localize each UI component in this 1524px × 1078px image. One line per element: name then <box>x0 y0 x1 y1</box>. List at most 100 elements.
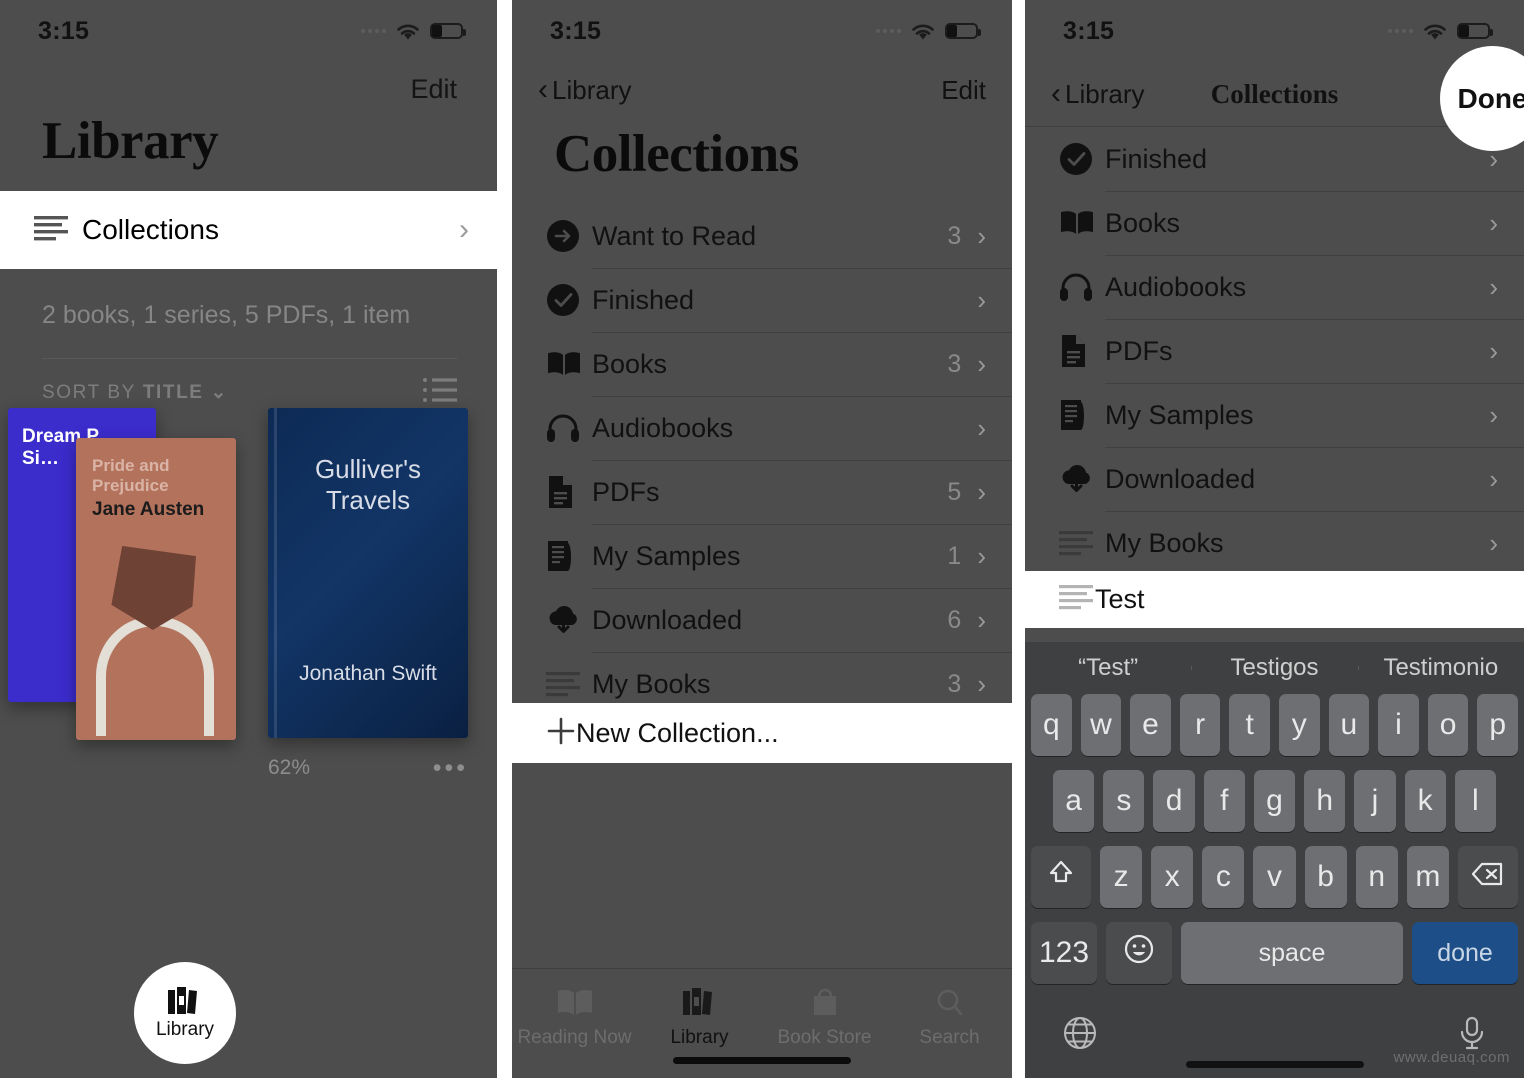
key-f[interactable]: f <box>1203 770 1245 832</box>
status-time: 3:15 <box>38 16 90 45</box>
key-j[interactable]: j <box>1354 770 1396 832</box>
space-key[interactable]: space <box>1181 922 1403 984</box>
list-item-want-to-read[interactable]: Want to Read 3 › <box>512 204 1012 268</box>
key-o[interactable]: o <box>1427 694 1469 756</box>
cloud-download-icon <box>546 605 592 635</box>
book-title: Gulliver's Travels <box>314 454 422 516</box>
chevron-right-icon: › <box>977 540 986 571</box>
key-p[interactable]: p <box>1477 694 1518 756</box>
sort-by-prefix: SORT BY <box>42 382 136 403</box>
key-v[interactable]: v <box>1253 846 1296 908</box>
key-k[interactable]: k <box>1404 770 1446 832</box>
page-title: Collections <box>554 125 799 183</box>
suggestion-0[interactable]: “Test” <box>1025 654 1191 682</box>
chevron-right-icon: › <box>459 213 469 246</box>
key-n[interactable]: n <box>1355 846 1398 908</box>
keyboard-row-3: z x c v b n m <box>1025 846 1524 908</box>
list-item-label: My Books <box>1105 527 1224 558</box>
shift-key[interactable] <box>1031 846 1091 908</box>
tab-label: Library <box>670 1027 729 1048</box>
list-item-audiobooks[interactable]: Audiobooks › <box>512 396 1012 460</box>
list-lines-icon <box>34 215 70 246</box>
list-item-my-samples[interactable]: My Samples › <box>1025 383 1524 447</box>
key-c[interactable]: c <box>1202 846 1245 908</box>
suggestion-1[interactable]: Testigos <box>1191 654 1357 682</box>
key-z[interactable]: z <box>1100 846 1143 908</box>
status-time: 3:15 <box>550 16 602 45</box>
sort-by-control[interactable]: SORT BY TITLE ⌄ <box>42 381 228 404</box>
chevron-left-icon: ‹ <box>538 73 548 106</box>
list-item-label: Finished <box>592 284 695 315</box>
list-item-books[interactable]: Books 3 › <box>512 332 1012 396</box>
list-item-my-samples[interactable]: My Samples 1 › <box>512 524 1012 588</box>
shopping-bag-icon <box>762 979 887 1025</box>
check-circle-icon <box>1059 142 1105 176</box>
key-w[interactable]: w <box>1080 694 1122 756</box>
chevron-right-icon: › <box>977 604 986 635</box>
key-d[interactable]: d <box>1153 770 1195 832</box>
more-options-icon[interactable]: ••• <box>433 756 468 781</box>
list-item-downloaded[interactable]: Downloaded › <box>1025 447 1524 511</box>
list-view-icon[interactable] <box>423 377 457 408</box>
tab-reading-now[interactable]: Reading Now <box>512 979 637 1049</box>
key-y[interactable]: y <box>1279 694 1320 756</box>
back-button[interactable]: ‹ Library <box>1051 79 1144 110</box>
list-item-my-books[interactable]: My Books › <box>1025 511 1524 575</box>
list-item-pdfs[interactable]: PDFs › <box>1025 319 1524 383</box>
tab-search[interactable]: Search <box>887 979 1012 1049</box>
list-item-audiobooks[interactable]: Audiobooks › <box>1025 255 1524 319</box>
key-x[interactable]: x <box>1151 846 1194 908</box>
numbers-key[interactable]: 123 <box>1031 922 1097 984</box>
sort-row[interactable]: SORT BY TITLE ⌄ <box>0 359 497 408</box>
list-item-books[interactable]: Books › <box>1025 191 1524 255</box>
key-a[interactable]: a <box>1053 770 1095 832</box>
tab-book-store[interactable]: Book Store <box>762 979 887 1049</box>
samples-icon <box>1059 398 1105 432</box>
backspace-key[interactable] <box>1457 846 1518 908</box>
emoji-key[interactable] <box>1106 922 1172 984</box>
list-item-downloaded[interactable]: Downloaded 6 › <box>512 588 1012 652</box>
key-g[interactable]: g <box>1253 770 1296 832</box>
key-r[interactable]: r <box>1179 694 1221 756</box>
emoji-icon <box>1124 934 1154 972</box>
nav-bar: ‹ Library Edit <box>512 62 1012 118</box>
tab-library[interactable]: Library <box>637 979 762 1049</box>
key-l[interactable]: l <box>1454 770 1496 832</box>
edit-button[interactable]: Edit <box>941 75 986 106</box>
key-e[interactable]: e <box>1130 694 1171 756</box>
globe-icon[interactable] <box>1063 1016 1097 1055</box>
new-collection-row[interactable]: New Collection... <box>512 703 1012 763</box>
collection-name-input[interactable]: Test <box>1095 584 1145 615</box>
collections-list: Want to Read 3 › Finished › Books 3 › Au… <box>512 204 1012 716</box>
back-button[interactable]: ‹ Library <box>538 75 631 106</box>
list-item-finished[interactable]: Finished › <box>1025 127 1524 191</box>
highlight-circle-library-tab[interactable]: Library <box>134 962 236 1064</box>
suggestion-2[interactable]: Testimonio <box>1357 654 1524 682</box>
key-s[interactable]: s <box>1103 770 1145 832</box>
key-b[interactable]: b <box>1304 846 1347 908</box>
list-item-label: Downloaded <box>592 604 743 635</box>
book-cover-pride-and-prejudice[interactable]: Pride and Prejudice Jane Austen <box>76 438 236 740</box>
magnifier-icon <box>887 979 1012 1025</box>
key-u[interactable]: u <box>1328 694 1370 756</box>
key-q[interactable]: q <box>1031 694 1072 756</box>
edit-button[interactable]: Edit <box>0 62 497 105</box>
phone-screen-library: 3:15 Edit Library Collections › 2 books,… <box>0 0 497 1078</box>
chevron-right-icon: › <box>977 668 986 699</box>
panel2-dim-chrome: 3:15 ‹ Library Edit Collections Want to … <box>512 0 1012 1078</box>
list-item-count: 3 <box>947 669 962 698</box>
return-key[interactable]: done <box>1412 922 1518 984</box>
book-cover-gullivers-travels[interactable]: Gulliver's Travels Jonathan Swift <box>268 408 468 738</box>
key-m[interactable]: m <box>1406 846 1449 908</box>
new-collection-name-row[interactable]: Test <box>1025 571 1524 628</box>
tab-bar: Reading Now Library Book Store Search <box>512 968 1012 1078</box>
collections-row[interactable]: Collections › <box>0 191 497 269</box>
chevron-right-icon: › <box>1489 207 1498 238</box>
open-book-icon <box>546 350 592 378</box>
list-item-finished[interactable]: Finished › <box>512 268 1012 332</box>
key-t[interactable]: t <box>1229 694 1270 756</box>
key-i[interactable]: i <box>1378 694 1419 756</box>
backspace-icon <box>1471 860 1504 894</box>
list-item-pdfs[interactable]: PDFs 5 › <box>512 460 1012 524</box>
key-h[interactable]: h <box>1304 770 1346 832</box>
